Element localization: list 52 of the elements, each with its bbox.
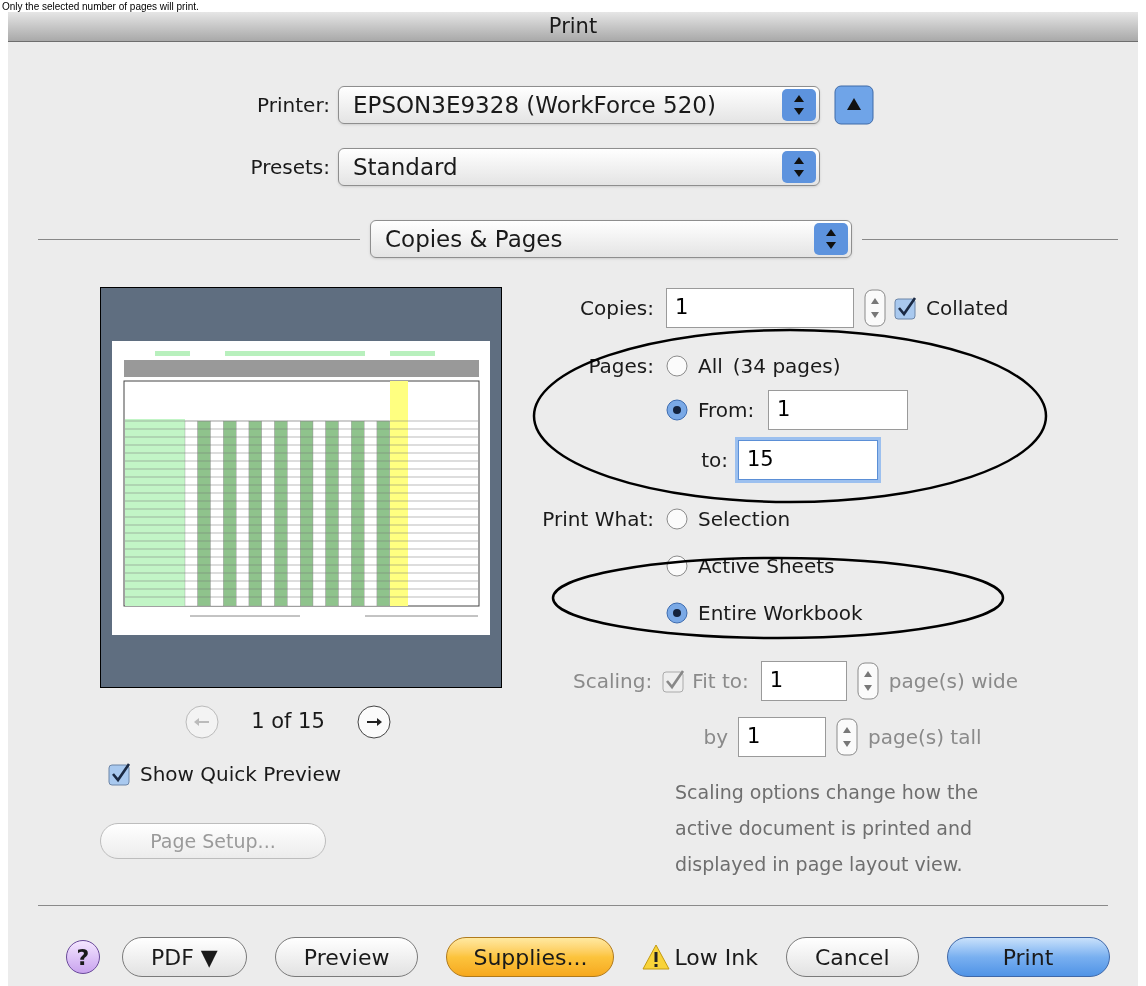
from-label: From: — [698, 397, 756, 424]
stepper-control[interactable] — [836, 718, 858, 756]
updown-arrows-icon — [814, 223, 848, 255]
option-label: Selection — [698, 505, 791, 533]
page-count-text: (34 pages) — [732, 353, 841, 380]
radio-button[interactable] — [666, 399, 688, 421]
all-option-label: All — [698, 353, 723, 380]
pages-wide-label: page(s) wide — [888, 668, 1019, 695]
option-label: Active Sheets — [698, 552, 835, 580]
page-counter: 1 of 15 — [250, 708, 326, 736]
section-popup[interactable]: Copies & Pages — [370, 220, 852, 258]
scaling-label: Scaling: — [573, 668, 653, 695]
checkbox[interactable] — [108, 762, 132, 786]
warning-icon — [642, 944, 671, 970]
from-field[interactable]: 1 — [768, 390, 908, 430]
stepper-control[interactable] — [864, 289, 886, 327]
checkbox[interactable] — [894, 296, 918, 320]
scaling-note: Scaling options change how the active document is printed and displayed in page layout view. — [675, 780, 980, 877]
print-what-label: Print What: — [542, 505, 654, 533]
radio-button[interactable] — [666, 507, 688, 530]
by-label: by — [703, 724, 728, 751]
to-label: to: — [701, 447, 728, 474]
low-ink-text: Low Ink — [674, 943, 758, 972]
dialog-button[interactable]: Preview — [274, 937, 419, 977]
window-title: Print — [548, 12, 598, 40]
supplies-button[interactable]: Supplies... — [446, 937, 615, 977]
updown-arrows-icon — [782, 151, 816, 183]
copies-field[interactable]: 1 — [666, 288, 854, 328]
copies-label: Copies: — [580, 295, 654, 322]
updown-arrows-icon — [782, 89, 816, 121]
radio-button[interactable] — [666, 355, 688, 377]
pages-label: Pages: — [588, 353, 654, 380]
printer-popup[interactable]: EPSON3E9328 (WorkForce 520) — [338, 86, 820, 124]
option-label: Entire Workbook — [698, 599, 863, 627]
disclosure-button[interactable] — [834, 85, 874, 125]
presets-popup[interactable]: Standard — [338, 148, 820, 186]
help-button[interactable]: ? — [66, 940, 100, 974]
stepper-control[interactable] — [856, 662, 879, 700]
dialog-button[interactable]: Cancel — [785, 937, 919, 977]
fit-to-label: Fit to: — [692, 668, 749, 695]
pdf-menu-button[interactable]: PDF ▼ — [122, 937, 247, 977]
print-button[interactable]: Print — [946, 937, 1110, 977]
quick-preview-label: Show Quick Preview — [140, 761, 342, 788]
next-page-button[interactable] — [356, 704, 392, 740]
printer-label: Printer: — [257, 92, 330, 119]
collated-label: Collated — [926, 295, 1009, 322]
presets-label: Presets: — [250, 154, 330, 181]
radio-button[interactable] — [666, 554, 688, 577]
to-field[interactable]: 15 — [738, 440, 878, 480]
radio-button[interactable] — [666, 601, 688, 624]
pages-tall-label: page(s) tall — [868, 724, 982, 751]
caption-text: Only the selected number of pages will print. — [2, 1, 199, 12]
